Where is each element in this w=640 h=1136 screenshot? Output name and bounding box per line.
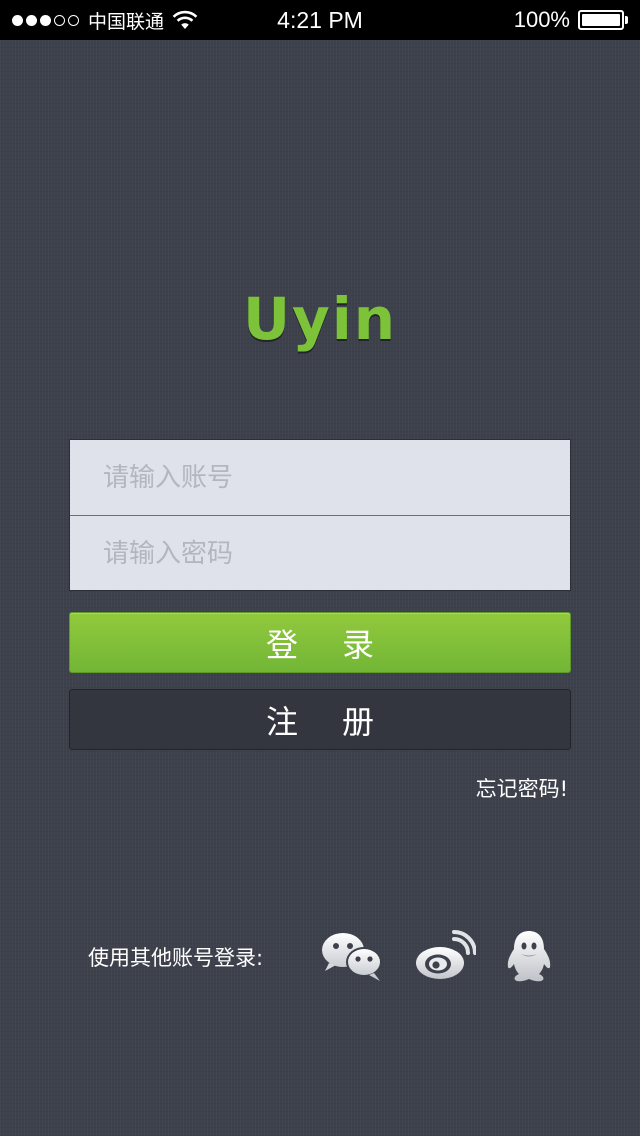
status-bar: 中国联通 4:21 PM 100% [0, 0, 640, 40]
status-bar-right: 100% [514, 0, 628, 40]
wechat-icon[interactable] [318, 928, 388, 984]
register-button[interactable]: 注册 [69, 689, 571, 750]
qq-icon[interactable] [502, 928, 556, 984]
login-form [69, 439, 571, 591]
battery-tip [625, 16, 628, 24]
login-button[interactable]: 登录 [69, 612, 571, 673]
forgot-password-link[interactable]: 忘记密码! [476, 773, 568, 803]
battery-fill [582, 14, 620, 26]
password-input[interactable] [70, 516, 570, 591]
app-logo: Uyin [242, 285, 398, 353]
battery-full-icon [578, 10, 624, 30]
account-input[interactable] [70, 440, 570, 515]
other-login-label: 使用其他账号登录: [88, 946, 264, 970]
battery-percent: 100% [513, 7, 570, 32]
weibo-icon[interactable] [412, 928, 478, 984]
